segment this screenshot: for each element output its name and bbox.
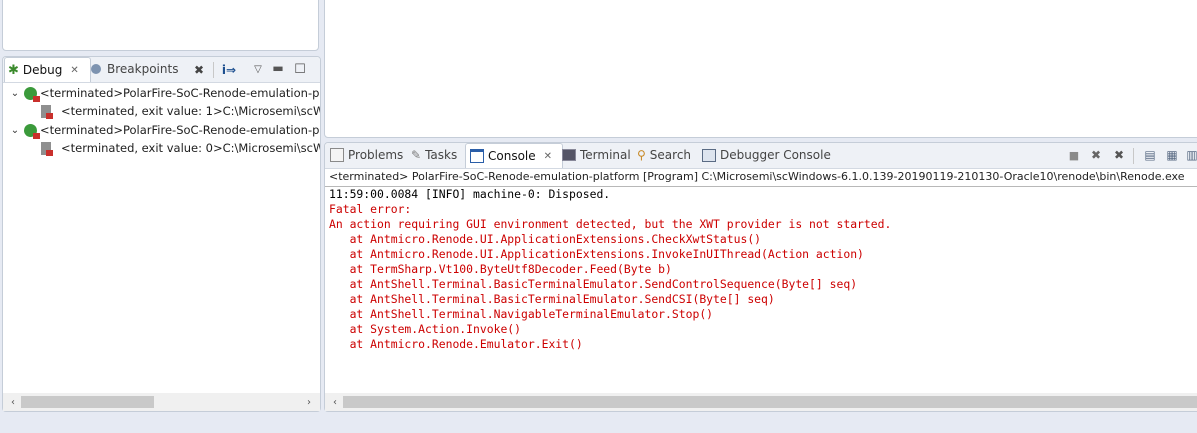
launch-tree: ⌄ <terminated>PolarFire-SoC-Renode-emula… bbox=[3, 84, 320, 394]
tab-debug[interactable]: ✱ Debug ✕ bbox=[4, 57, 91, 82]
tab-tasks-label: Tasks bbox=[425, 148, 458, 162]
console-line: at System.Action.Invoke() bbox=[329, 322, 522, 336]
debug-hscrollbar[interactable]: ‹ › bbox=[3, 393, 320, 411]
tab-search[interactable]: ⚲ Search bbox=[637, 143, 691, 167]
process-terminated-icon bbox=[41, 104, 53, 119]
debug-view: ✱ Debug ✕ Breakpoints ✖ i⇒ ▽ ▬ ☐ ⌄ <term… bbox=[2, 56, 321, 412]
chevron-down-icon[interactable]: ⌄ bbox=[9, 125, 21, 136]
tree-process-2[interactable]: <terminated, exit value: 0>C:\Microsemi\… bbox=[41, 139, 320, 157]
scroll-left-icon[interactable]: ‹ bbox=[5, 393, 21, 411]
console-line: at Antmicro.Renode.UI.ApplicationExtensi… bbox=[329, 247, 864, 261]
tree-process-1[interactable]: <terminated, exit value: 1>C:\Microsemi\… bbox=[41, 102, 320, 120]
process-label: <terminated, exit value: 1>C:\Microsemi\… bbox=[61, 104, 320, 118]
tab-search-label: Search bbox=[649, 148, 692, 162]
view-menu-icon[interactable]: ▽ bbox=[249, 60, 267, 78]
breakpoint-icon bbox=[91, 64, 101, 74]
tab-tasks[interactable]: ✎ Tasks bbox=[411, 143, 457, 167]
console-icon bbox=[470, 149, 484, 163]
console-header: <terminated> PolarFire-SoC-Renode-emulat… bbox=[329, 170, 1185, 183]
tab-debugger-console[interactable]: Debugger Console bbox=[702, 143, 831, 167]
remove-launch-icon[interactable]: ✖ bbox=[1087, 146, 1105, 164]
maximize-icon[interactable]: ☐ bbox=[291, 60, 309, 78]
problems-icon bbox=[330, 148, 344, 162]
process-label: <terminated, exit value: 0>C:\Microsemi\… bbox=[61, 141, 320, 155]
console-line: Fatal error: bbox=[329, 202, 412, 216]
console-line: at AntShell.Terminal.BasicTerminalEmulat… bbox=[329, 292, 775, 306]
clear-console-icon[interactable]: ▤ bbox=[1141, 146, 1159, 164]
tab-breakpoints[interactable]: Breakpoints bbox=[91, 57, 185, 81]
console-line: at Antmicro.Renode.UI.ApplicationExtensi… bbox=[329, 232, 762, 246]
search-icon: ⚲ bbox=[637, 148, 646, 162]
console-line: at AntShell.Terminal.BasicTerminalEmulat… bbox=[329, 277, 858, 291]
scroll-left-icon[interactable]: ‹ bbox=[327, 393, 343, 411]
toolbar-separator bbox=[1133, 148, 1134, 164]
launch-terminated-icon bbox=[24, 86, 40, 102]
console-line: at TermSharp.Vt100.ByteUtf8Decoder.Feed(… bbox=[329, 262, 672, 276]
tasks-icon: ✎ bbox=[411, 148, 422, 162]
tree-launch-2[interactable]: ⌄ <terminated>PolarFire-SoC-Renode-emula… bbox=[9, 121, 320, 139]
step-into-icon[interactable]: i⇒ bbox=[220, 61, 238, 79]
tab-problems[interactable]: Problems bbox=[330, 143, 403, 167]
tab-terminal-label: Terminal bbox=[580, 148, 631, 162]
console-line: 11:59:00.0084 [INFO] machine-0: Disposed… bbox=[329, 187, 611, 201]
scroll-thumb[interactable] bbox=[343, 396, 1197, 408]
tab-console[interactable]: Console ✕ bbox=[465, 143, 563, 168]
debug-tabbar: ✱ Debug ✕ Breakpoints ✖ i⇒ ▽ ▬ ☐ bbox=[3, 57, 320, 83]
console-hscrollbar[interactable]: ‹ bbox=[325, 393, 1197, 411]
console-line: An action requiring GUI environment dete… bbox=[329, 217, 892, 231]
process-terminated-icon bbox=[41, 141, 53, 156]
launch-label: <terminated>PolarFire-SoC-Renode-emulati… bbox=[40, 123, 320, 137]
scroll-thumb[interactable] bbox=[21, 396, 154, 408]
debugger-console-icon bbox=[702, 148, 716, 162]
launch-label: <terminated>PolarFire-SoC-Renode-emulati… bbox=[40, 86, 320, 100]
editor-area bbox=[324, 0, 1197, 138]
tab-debug-label: Debug bbox=[22, 63, 63, 77]
terminate-icon[interactable]: ■ bbox=[1065, 146, 1083, 164]
launch-terminated-icon bbox=[24, 123, 40, 139]
console-view: Problems ✎ Tasks Console ✕ Terminal ⚲ Se… bbox=[324, 142, 1197, 412]
remove-all-terminated-icon[interactable]: ✖ bbox=[190, 61, 208, 79]
minimize-icon[interactable]: ▬ bbox=[269, 59, 287, 77]
tab-breakpoints-label: Breakpoints bbox=[107, 62, 179, 76]
close-icon[interactable]: ✕ bbox=[70, 65, 78, 76]
top-left-panel bbox=[2, 0, 319, 51]
word-wrap-icon[interactable]: ▥ bbox=[1183, 146, 1197, 164]
terminal-icon bbox=[562, 149, 576, 161]
console-tabbar: Problems ✎ Tasks Console ✕ Terminal ⚲ Se… bbox=[325, 143, 1197, 169]
scroll-lock-icon[interactable]: ▦ bbox=[1163, 146, 1181, 164]
tree-launch-1[interactable]: ⌄ <terminated>PolarFire-SoC-Renode-emula… bbox=[9, 84, 320, 102]
console-line: at AntShell.Terminal.NavigableTerminalEm… bbox=[329, 307, 714, 321]
console-output[interactable]: 11:59:00.0084 [INFO] machine-0: Disposed… bbox=[329, 187, 1197, 393]
remove-all-terminated-icon[interactable]: ✖ bbox=[1110, 146, 1128, 164]
tab-console-label: Console bbox=[488, 149, 536, 163]
chevron-down-icon[interactable]: ⌄ bbox=[9, 88, 21, 99]
tab-problems-label: Problems bbox=[348, 148, 404, 162]
tab-terminal[interactable]: Terminal bbox=[562, 143, 631, 167]
toolbar-separator bbox=[213, 62, 214, 78]
console-line: at Antmicro.Renode.Emulator.Exit() bbox=[329, 337, 583, 351]
tab-debugger-console-label: Debugger Console bbox=[720, 148, 831, 162]
scroll-right-icon[interactable]: › bbox=[301, 393, 317, 411]
close-icon[interactable]: ✕ bbox=[544, 151, 552, 162]
debug-bug-icon: ✱ bbox=[8, 62, 19, 78]
